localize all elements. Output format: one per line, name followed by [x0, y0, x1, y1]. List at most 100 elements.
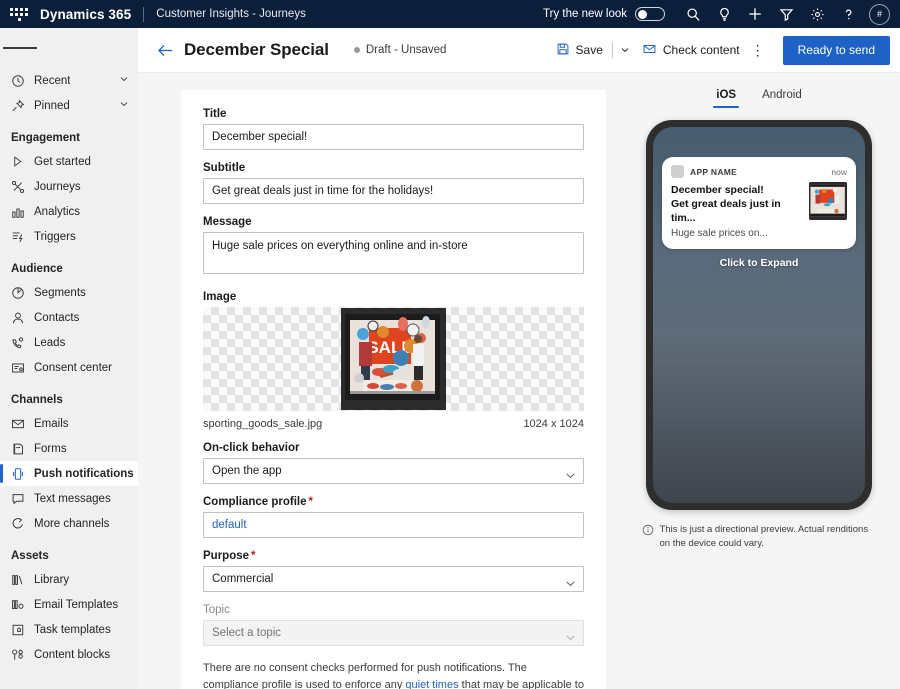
chevron-down-icon[interactable] [119, 99, 129, 112]
notification-app-name: APP NAME [690, 167, 737, 177]
brand-title[interactable]: Dynamics 365 [40, 7, 131, 22]
back-arrow-icon[interactable] [152, 37, 178, 63]
sidebar-item-emails[interactable]: Emails [0, 411, 138, 436]
phone-screen: APP NAME now December special! Get great… [653, 127, 865, 503]
app-body: Recent Pinned Engagement [0, 28, 900, 689]
sidebar-item-label: Content blocks [34, 649, 110, 661]
sidebar-item-recent[interactable]: Recent [0, 68, 138, 93]
app-name-label[interactable]: Customer Insights - Journeys [156, 8, 306, 20]
device-preview-panel: iOS Android APP NAME now [618, 73, 900, 689]
subtitle-input[interactable] [203, 178, 584, 204]
message-textarea[interactable] [203, 232, 584, 274]
sidebar-item-label: Library [34, 574, 69, 586]
sidebar-item-label: Get started [34, 156, 91, 168]
sidebar-item-content-blocks[interactable]: Content blocks [0, 642, 138, 667]
sidebar-item-email-templates[interactable]: Email Templates [0, 592, 138, 617]
field-compliance-profile: Compliance profile* [203, 496, 584, 538]
user-avatar[interactable]: # [869, 4, 890, 25]
sidebar-item-leads[interactable]: Leads [0, 330, 138, 355]
sidebar-item-journeys[interactable]: Journeys [0, 174, 138, 199]
help-icon[interactable] [833, 0, 863, 28]
title-label: Title [203, 108, 584, 120]
form-card: Title Subtitle Message Image [181, 90, 606, 689]
chevron-down-icon[interactable] [119, 74, 129, 87]
sidebar-item-more-channels[interactable]: More channels [0, 511, 138, 536]
sidebar-item-consent-center[interactable]: Consent center [0, 355, 138, 380]
top-app-bar: Dynamics 365 Customer Insights - Journey… [0, 0, 900, 28]
sidebar-item-analytics[interactable]: Analytics [0, 199, 138, 224]
notification-card[interactable]: APP NAME now December special! Get great… [662, 157, 856, 249]
sidebar-item-push-notifications[interactable]: Push notifications [0, 461, 138, 486]
sidebar-item-contacts[interactable]: Contacts [0, 305, 138, 330]
notification-subtitle: Get great deals just in tim... [671, 197, 803, 225]
compliance-profile-input[interactable] [203, 512, 584, 538]
field-subtitle: Subtitle [203, 162, 584, 204]
image-thumbnail[interactable]: SALE [341, 308, 446, 410]
sidebar-item-label: Segments [34, 287, 86, 299]
image-preview-area[interactable]: SALE [203, 307, 584, 411]
filter-icon[interactable] [771, 0, 801, 28]
topic-select [203, 620, 584, 646]
gear-icon[interactable] [802, 0, 832, 28]
tab-android[interactable]: Android [759, 85, 805, 108]
purpose-select[interactable] [203, 566, 584, 592]
nav-collapse-hamburger-icon[interactable] [3, 32, 37, 64]
task-templates-icon [11, 622, 31, 638]
save-divider [612, 42, 613, 58]
field-topic: Topic [203, 604, 584, 646]
sidebar-item-library[interactable]: Library [0, 567, 138, 592]
library-icon [11, 572, 31, 588]
sidebar-item-forms[interactable]: Forms [0, 436, 138, 461]
app-launcher-waffle-icon[interactable] [8, 3, 30, 25]
new-look-toggle[interactable] [635, 7, 665, 21]
main-area: December Special Draft - Unsaved Save [138, 28, 900, 689]
purpose-label: Purpose* [203, 550, 584, 562]
tab-ios[interactable]: iOS [713, 85, 739, 108]
notification-title: December special! [671, 183, 803, 197]
sidebar-item-text-messages[interactable]: Text messages [0, 486, 138, 511]
sidebar-item-label: Consent center [34, 362, 112, 374]
sidebar-item-label: Analytics [34, 206, 80, 218]
save-label: Save [576, 43, 603, 57]
ready-to-send-button[interactable]: Ready to send [783, 36, 890, 65]
left-navigation-sidebar: Recent Pinned Engagement [0, 28, 138, 689]
sidebar-item-triggers[interactable]: Triggers [0, 224, 138, 249]
contact-icon [11, 310, 31, 326]
click-to-expand-label[interactable]: Click to Expand [653, 257, 865, 269]
lightbulb-icon[interactable] [709, 0, 739, 28]
sidebar-item-label: Task templates [34, 624, 111, 636]
save-button[interactable]: Save [549, 35, 610, 65]
onclick-behavior-select[interactable] [203, 458, 584, 484]
topic-label: Topic [203, 604, 584, 616]
phone-mockup: APP NAME now December special! Get great… [646, 120, 872, 510]
check-content-button[interactable]: Check content [635, 35, 747, 65]
search-icon[interactable] [678, 0, 708, 28]
notification-thumbnail [809, 182, 847, 220]
field-image: Image [203, 291, 584, 430]
header-divider [143, 7, 144, 22]
field-message: Message [203, 216, 584, 279]
title-input[interactable] [203, 124, 584, 150]
sidebar-item-get-started[interactable]: Get started [0, 149, 138, 174]
field-title: Title [203, 108, 584, 150]
info-icon [642, 523, 660, 551]
plus-icon[interactable] [740, 0, 770, 28]
status-dot-icon [354, 47, 360, 53]
subtitle-label: Subtitle [203, 162, 584, 174]
sidebar-item-label: Emails [34, 418, 69, 430]
command-bar-actions: Save Check content ⋮ R [549, 35, 890, 65]
sidebar-item-task-templates[interactable]: Task templates [0, 617, 138, 642]
leads-icon [11, 335, 31, 351]
sidebar-item-label: Email Templates [34, 599, 118, 611]
field-onclick-behavior: On-click behavior [203, 442, 584, 484]
clock-icon [11, 73, 31, 89]
quiet-times-link[interactable]: quiet times [405, 679, 458, 689]
more-commands-button[interactable]: ⋮ [747, 35, 769, 65]
sidebar-item-segments[interactable]: Segments [0, 280, 138, 305]
sidebar-item-pinned[interactable]: Pinned [0, 93, 138, 118]
notification-header: APP NAME now [671, 165, 847, 178]
compliance-label: Compliance profile* [203, 496, 584, 508]
sidebar-item-label: Contacts [34, 312, 79, 324]
email-templates-icon [11, 597, 31, 613]
save-options-chevron-down-icon[interactable] [615, 35, 635, 65]
